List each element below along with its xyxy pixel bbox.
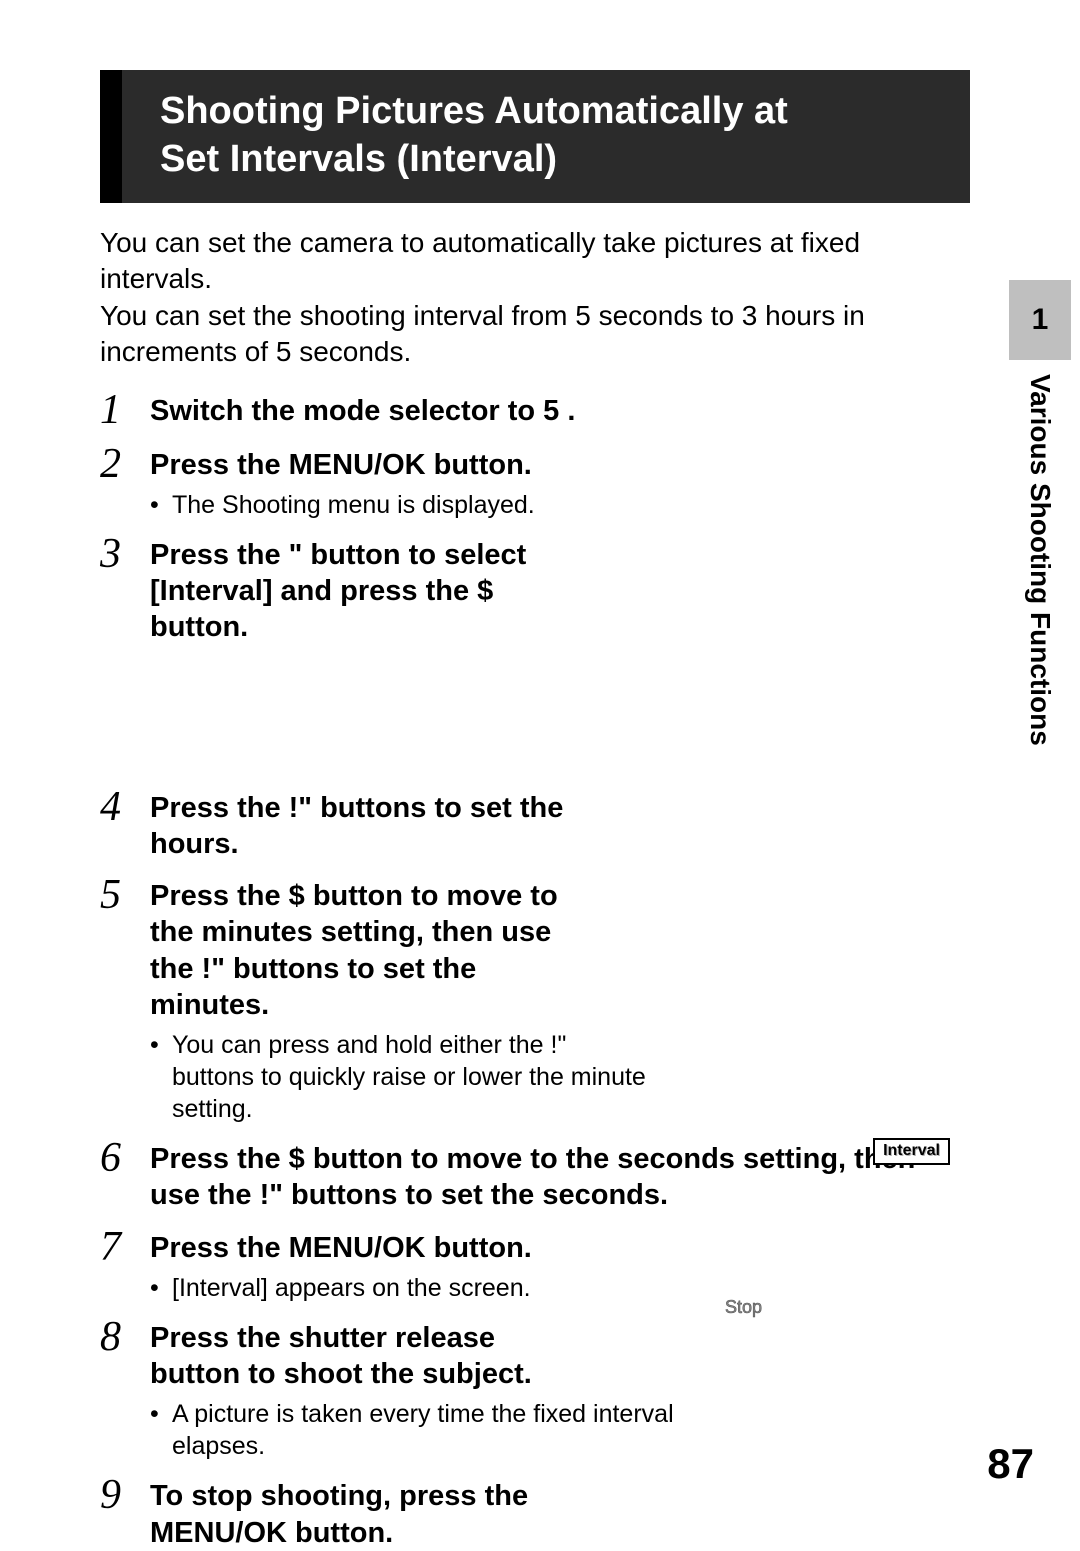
step-number: 2 — [100, 443, 150, 485]
heading-line2: Set Intervals (Interval) — [160, 138, 557, 180]
section-heading: Shooting Pictures Automatically at Set I… — [100, 70, 970, 203]
bullet: A picture is taken every time the fixed … — [150, 1398, 690, 1462]
intro-p2: You can set the shooting interval from 5… — [100, 300, 865, 367]
bullet: The Shooting menu is displayed. — [150, 489, 690, 521]
step-number: 4 — [100, 786, 150, 828]
intro-p1: You can set the camera to automatically … — [100, 227, 860, 294]
step-number: 9 — [100, 1474, 150, 1516]
step-2: 2 Press the MENU/OK button. The Shooting… — [100, 443, 970, 521]
step-number: 1 — [100, 389, 150, 431]
side-tab: 1 Various Shooting Functions — [1000, 280, 1080, 746]
step-9: 9 To stop shooting, press the MENU/OK bu… — [100, 1474, 970, 1551]
step-title: Press the MENU/OK button. — [150, 1230, 970, 1266]
step-list: 1 Switch the mode selector to 5 . 2 Pres… — [100, 389, 970, 1551]
chapter-number-tab: 1 — [1009, 280, 1071, 360]
page: Shooting Pictures Automatically at Set I… — [0, 0, 1080, 1528]
step-number: 6 — [100, 1137, 150, 1179]
step-7: 7 Press the MENU/OK button. [Interval] a… — [100, 1226, 970, 1304]
interval-indicator: Interval — [873, 1138, 950, 1165]
step-6: 6 Press the $ button to move to the seco… — [100, 1137, 970, 1214]
intro-text: You can set the camera to automatically … — [100, 225, 910, 371]
step-title: Press the $ button to move to the second… — [150, 1141, 970, 1214]
step-number: 3 — [100, 533, 150, 575]
step-4: 4 Press the !" buttons to set the hours. — [100, 786, 970, 863]
stop-indicator: Stop — [725, 1297, 762, 1318]
step-bullets: You can press and hold either the !" but… — [150, 1023, 970, 1125]
step-bullets: [Interval] appears on the screen. — [150, 1266, 970, 1304]
step-title: Press the !" buttons to set the hours. — [150, 790, 590, 863]
step-title: Press the " button to select [Interval] … — [150, 537, 590, 646]
step-title: Switch the mode selector to 5 . — [150, 393, 970, 429]
step-8: 8 Press the shutter release button to sh… — [100, 1316, 970, 1463]
chapter-label: Various Shooting Functions — [1024, 374, 1056, 746]
step-3: 3 Press the " button to select [Interval… — [100, 533, 970, 646]
bullet: You can press and hold either the !" but… — [150, 1029, 650, 1125]
bullet: [Interval] appears on the screen. — [150, 1272, 690, 1304]
step-5: 5 Press the $ button to move to the minu… — [100, 874, 970, 1125]
step-title: Press the MENU/OK button. — [150, 447, 970, 483]
step-title: Press the shutter release button to shoo… — [150, 1320, 590, 1393]
step-bullets: The Shooting menu is displayed. — [150, 483, 970, 521]
heading-line1: Shooting Pictures Automatically at — [160, 90, 788, 132]
page-number: 87 — [987, 1440, 1034, 1488]
step-title: To stop shooting, press the MENU/OK butt… — [150, 1478, 590, 1551]
step-number: 8 — [100, 1316, 150, 1358]
step-title: Press the $ button to move to the minute… — [150, 878, 590, 1023]
step-bullets: A picture is taken every time the fixed … — [150, 1392, 970, 1462]
step-1: 1 Switch the mode selector to 5 . — [100, 389, 970, 431]
step-number: 7 — [100, 1226, 150, 1268]
step-number: 5 — [100, 874, 150, 916]
